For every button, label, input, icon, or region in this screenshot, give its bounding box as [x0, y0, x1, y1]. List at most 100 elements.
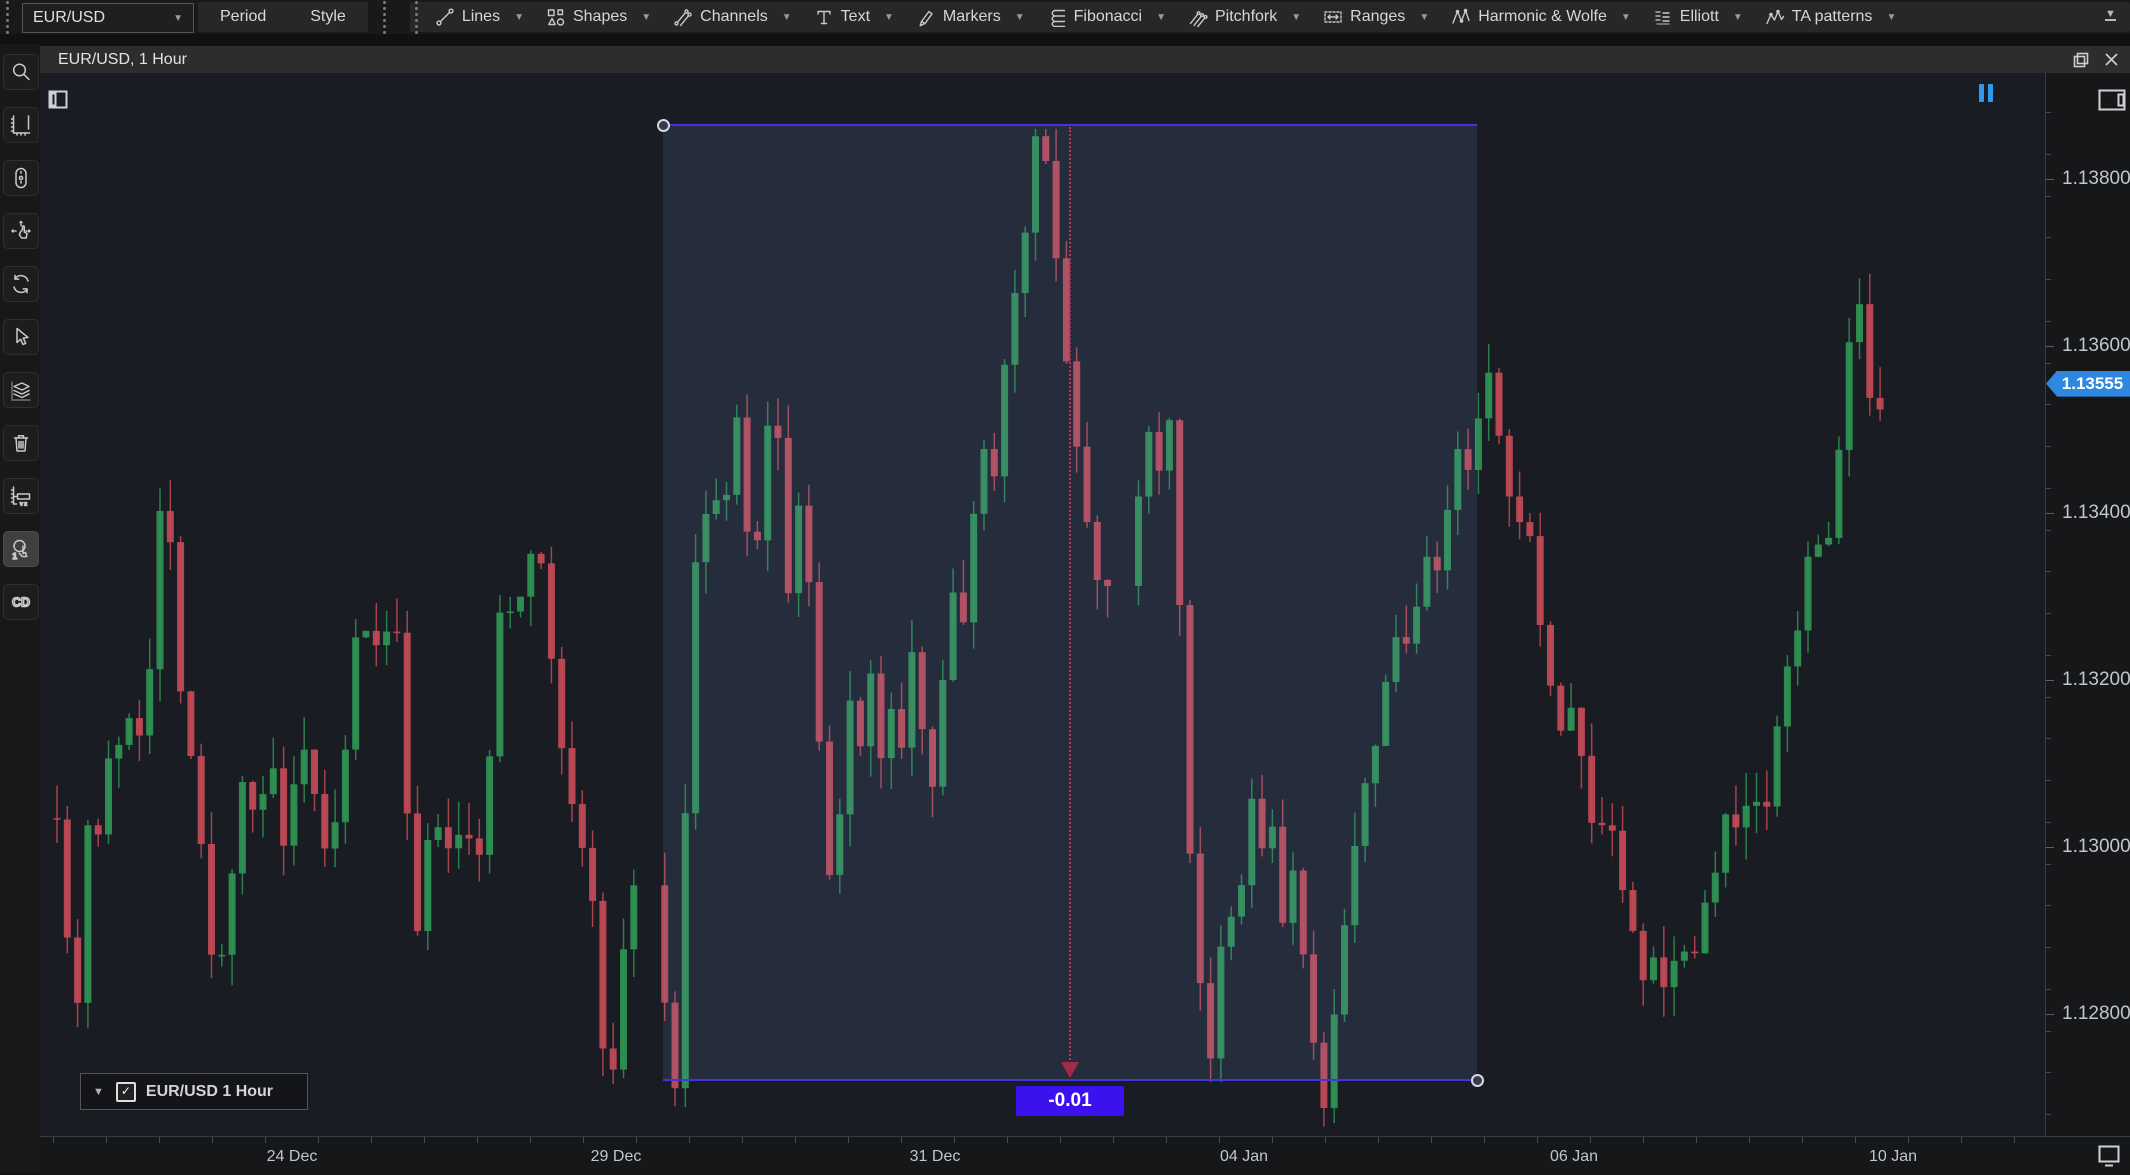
- time-tick-mark: [265, 1137, 266, 1143]
- sidebar-pan-mode-button[interactable]: [3, 213, 39, 249]
- period-button[interactable]: Period: [198, 2, 288, 32]
- tool-elliott[interactable]: Elliott▼: [1642, 2, 1754, 32]
- selection-bottom-line[interactable]: [663, 1079, 1477, 1081]
- drag-handle-icon[interactable]: [410, 1, 424, 34]
- legend-caret-icon[interactable]: ▼: [93, 1086, 104, 1098]
- dropdown-caret-icon[interactable]: ▼: [1419, 12, 1429, 23]
- style-button[interactable]: Style: [288, 2, 368, 32]
- tool-channels[interactable]: Channels▼: [662, 2, 803, 32]
- tool-label: Fibonacci: [1074, 8, 1142, 26]
- measure-value-badge: -0.01: [1016, 1086, 1124, 1116]
- chart-title: EUR/USD, 1 Hour: [58, 51, 187, 69]
- price-tick-mark-minor: [2046, 154, 2051, 155]
- harmonic-icon: [1451, 7, 1471, 27]
- price-axis[interactable]: 1.13555 1.138001.136001.134001.132001.13…: [2045, 73, 2130, 1136]
- tool-pitchfork[interactable]: Pitchfork▼: [1177, 2, 1312, 32]
- tool-ta-patterns[interactable]: TA patterns ▼: [1754, 2, 1908, 32]
- dropdown-caret-icon[interactable]: ▼: [514, 12, 524, 23]
- drag-handle-icon[interactable]: [0, 0, 14, 34]
- sidebar-cd-button[interactable]: CD: [3, 584, 39, 620]
- sidebar-scales-button[interactable]: [3, 107, 39, 143]
- time-tick-mark: [636, 1137, 637, 1143]
- tool-fibonacci[interactable]: Fibonacci ▼: [1036, 2, 1177, 32]
- ranges-icon: [1323, 7, 1343, 27]
- tool-ranges[interactable]: Ranges▼: [1312, 2, 1440, 32]
- refresh-icon: [9, 272, 33, 296]
- time-tick-mark: [1060, 1137, 1061, 1143]
- price-tick-mark-minor: [2046, 530, 2051, 531]
- legend-checkbox[interactable]: ✓: [116, 1082, 136, 1102]
- time-axis[interactable]: 24 Dec29 Dec31 Dec04 Jan06 Jan10 Jan: [40, 1136, 2130, 1175]
- close-icon[interactable]: [2096, 46, 2126, 73]
- sidebar-search-button[interactable]: [3, 54, 39, 90]
- current-price-badge: 1.13555: [2046, 371, 2130, 397]
- price-tick-mark: [2046, 847, 2054, 848]
- sidebar-scroll-mode-button[interactable]: [3, 160, 39, 196]
- tool-text[interactable]: Text ▼: [803, 2, 905, 32]
- symbol-select[interactable]: EUR/USD ▼: [22, 3, 194, 33]
- time-tick-mark: [1113, 1137, 1114, 1143]
- time-tick-mark: [1590, 1137, 1591, 1143]
- layers-icon: [9, 378, 33, 402]
- dropdown-caret-icon: ▼: [173, 13, 183, 24]
- selection-top-line[interactable]: [663, 124, 1477, 126]
- sidebar-measure-button[interactable]: v x: [3, 478, 39, 514]
- sidebar-delete-button[interactable]: [3, 425, 39, 461]
- measure-line: [1069, 127, 1071, 1060]
- time-tick-mark: [477, 1137, 478, 1143]
- dropdown-caret-icon[interactable]: ▼: [884, 12, 894, 23]
- drag-handle-icon[interactable]: [378, 0, 392, 34]
- tool-label: Text: [841, 8, 870, 26]
- time-tick-mark: [1537, 1137, 1538, 1143]
- legend-label: EUR/USD 1 Hour: [146, 1083, 273, 1101]
- price-tick-mark-minor: [2046, 1031, 2051, 1032]
- price-tick-label: 1.13400: [2062, 502, 2130, 524]
- series-legend[interactable]: ▼ ✓ EUR/USD 1 Hour: [80, 1073, 308, 1110]
- price-tick-mark-minor: [2046, 947, 2051, 948]
- panel-right-icon[interactable]: [2098, 89, 2126, 116]
- pitchfork-icon: [1188, 7, 1208, 27]
- measure-arrow-icon: [1061, 1062, 1079, 1078]
- dropdown-caret-icon[interactable]: ▼: [1015, 12, 1025, 23]
- dropdown-caret-icon[interactable]: ▼: [782, 12, 792, 23]
- price-tick-mark-minor: [2046, 237, 2051, 238]
- price-tick-mark-minor: [2046, 655, 2051, 656]
- markers-icon: [916, 7, 936, 27]
- search-icon: [9, 60, 33, 84]
- sidebar-layers-button[interactable]: [3, 372, 39, 408]
- dropdown-caret-icon[interactable]: ▼: [1621, 12, 1631, 23]
- tool-lines[interactable]: Lines▼: [424, 2, 535, 32]
- selection-handle-top-left[interactable]: [657, 119, 670, 132]
- tool-markers[interactable]: Markers▼: [905, 2, 1036, 32]
- sidebar-one-click-button[interactable]: 1: [3, 531, 39, 567]
- price-tick-mark-minor: [2046, 822, 2051, 823]
- tool-harmonic[interactable]: Harmonic & Wolfe▼: [1440, 2, 1642, 32]
- time-tick-mark: [106, 1137, 107, 1143]
- sidebar-cursor-button[interactable]: [3, 319, 39, 355]
- dropdown-caret-icon[interactable]: ▼: [641, 12, 651, 23]
- price-tick-mark-minor: [2046, 989, 2051, 990]
- pause-icon[interactable]: [1979, 84, 1993, 102]
- time-tick-mark: [795, 1137, 796, 1143]
- time-tick-mark: [1219, 1137, 1220, 1143]
- cd-icon: CD: [9, 590, 33, 614]
- monitor-icon[interactable]: [2096, 1143, 2122, 1174]
- tool-label: Shapes: [573, 8, 627, 26]
- top-toolbar: EUR/USD ▼ Period Style Lines▼Shapes▼Chan…: [0, 0, 2130, 34]
- dropdown-caret-icon[interactable]: ▼: [1733, 12, 1743, 23]
- dropdown-caret-icon[interactable]: ▼: [1886, 12, 1896, 23]
- selection-handle-bottom-right[interactable]: [1471, 1074, 1484, 1087]
- dropdown-caret-icon[interactable]: ▼: [1156, 12, 1166, 23]
- symbol-select-value: EUR/USD: [33, 9, 105, 27]
- dropdown-caret-icon[interactable]: ▼: [1291, 12, 1301, 23]
- time-tick-label: 31 Dec: [910, 1148, 961, 1166]
- elliott-icon: [1653, 7, 1673, 27]
- restore-icon[interactable]: [2066, 46, 2096, 73]
- sidebar-refresh-button[interactable]: [3, 266, 39, 302]
- tool-label: TA patterns: [1792, 8, 1873, 26]
- panel-left-icon[interactable]: [48, 90, 68, 114]
- tool-shapes[interactable]: Shapes ▼: [535, 2, 662, 32]
- toolbar-overflow-button[interactable]: ▼: [2105, 8, 2116, 21]
- pan-mode-icon: [9, 219, 33, 243]
- price-tick-mark-minor: [2046, 613, 2051, 614]
